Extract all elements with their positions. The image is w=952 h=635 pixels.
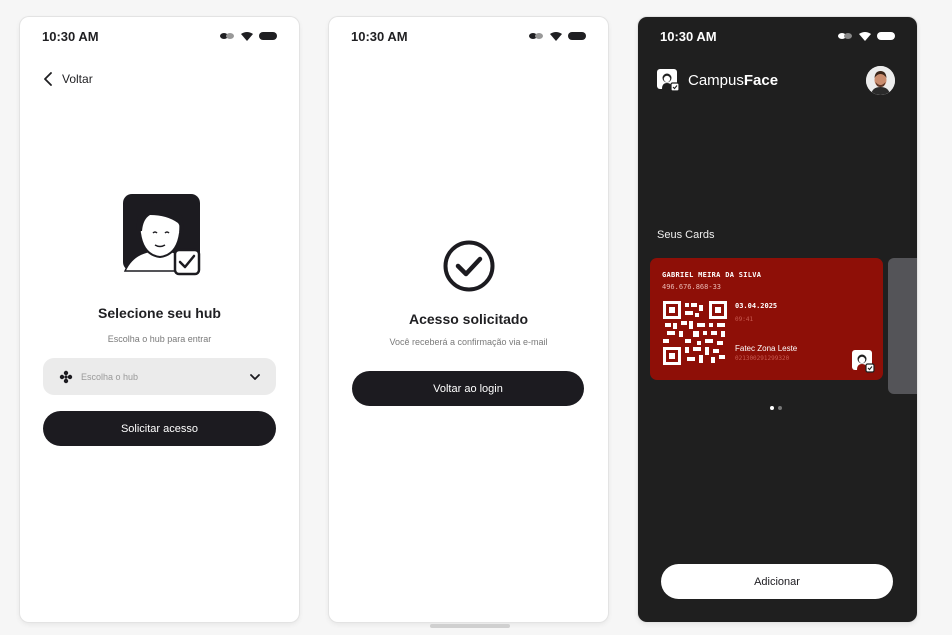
- battery-icon: [568, 32, 586, 40]
- card-registration-number: 021300291299320: [735, 355, 790, 362]
- page-subtitle: Escolha o hub para entrar: [107, 334, 212, 344]
- campusface-logo-icon: [657, 69, 680, 92]
- face-id-illustration: [20, 193, 299, 282]
- page-subtitle: Você receberá a confirmação via e-mail: [389, 337, 548, 347]
- campusface-logo-icon: [852, 350, 875, 373]
- home-indicator: [430, 624, 510, 628]
- back-button[interactable]: Voltar: [44, 72, 93, 86]
- check-circle-icon: [443, 240, 494, 292]
- brand-name-bold: Face: [743, 71, 779, 89]
- id-card[interactable]: GABRIEL MEIRA DA SILVA 496.676.868-33 03…: [650, 258, 883, 380]
- card-holder-name: GABRIEL MEIRA DA SILVA: [662, 271, 762, 279]
- phone-screen-access-requested: 10:30 AM Acesso solicitado Você receberá…: [329, 17, 608, 622]
- wifi-icon: [550, 31, 562, 41]
- status-bar: 10:30 AM: [660, 28, 895, 44]
- card-cpf: 496.676.868-33: [662, 283, 722, 291]
- section-label: Seus Cards: [657, 229, 715, 241]
- confirm-heading: Acesso solicitado Você receberá a confir…: [329, 311, 608, 347]
- pagination-dot-active[interactable]: [770, 406, 774, 410]
- hub-heading: Selecione seu hub Escolha o hub para ent…: [20, 305, 299, 344]
- user-photo-icon: [866, 66, 895, 95]
- status-bar: 10:30 AM: [42, 28, 277, 44]
- status-bar: 10:30 AM: [351, 28, 586, 44]
- brand-name: CampusFace: [688, 72, 778, 89]
- status-time: 10:30 AM: [351, 28, 408, 44]
- app-brand: CampusFace: [656, 68, 778, 92]
- status-time: 10:30 AM: [660, 28, 717, 44]
- pagination-dot[interactable]: [778, 406, 782, 410]
- hub-select-placeholder: Escolha o hub: [81, 371, 139, 382]
- status-icons: [528, 31, 586, 41]
- qr-code-icon: [663, 301, 727, 365]
- card-date: 03.04.2025: [735, 302, 778, 310]
- avatar[interactable]: [866, 66, 895, 95]
- phone-screen-select-hub: 10:30 AM Voltar Selecione seu hub Escolh…: [20, 17, 299, 622]
- wifi-icon: [241, 31, 253, 41]
- card-time: 09:41: [735, 316, 754, 323]
- cellular-icon: [220, 33, 234, 39]
- back-to-login-button[interactable]: Voltar ao login: [352, 371, 584, 406]
- cellular-icon: [838, 33, 852, 39]
- brand-name-regular: Campus: [688, 71, 744, 89]
- success-illustration: [329, 239, 608, 298]
- hub-select[interactable]: Escolha o hub: [43, 358, 276, 395]
- status-icons: [837, 31, 895, 41]
- face-id-icon: [122, 194, 200, 276]
- status-icons: [219, 31, 277, 41]
- cellular-icon: [529, 33, 543, 39]
- chevron-left-icon: [44, 72, 52, 86]
- chevron-down-icon: [250, 373, 260, 380]
- status-time: 10:30 AM: [42, 28, 99, 44]
- page-title: Acesso solicitado: [408, 311, 529, 327]
- phone-screen-cards: 10:30 AM CampusFace Seus Cards GABRIEL M: [638, 17, 917, 622]
- battery-icon: [259, 32, 277, 40]
- wifi-icon: [859, 31, 871, 41]
- battery-icon: [877, 32, 895, 40]
- next-card-peek[interactable]: [888, 258, 917, 394]
- hub-icon: [59, 370, 73, 383]
- page-title: Selecione seu hub: [98, 305, 221, 321]
- back-label: Voltar: [62, 72, 93, 86]
- request-access-button[interactable]: Solicitar acesso: [43, 411, 276, 446]
- add-card-button[interactable]: Adicionar: [661, 564, 893, 599]
- card-pagination[interactable]: [770, 406, 782, 410]
- card-institution: Fatec Zona Leste: [735, 344, 798, 353]
